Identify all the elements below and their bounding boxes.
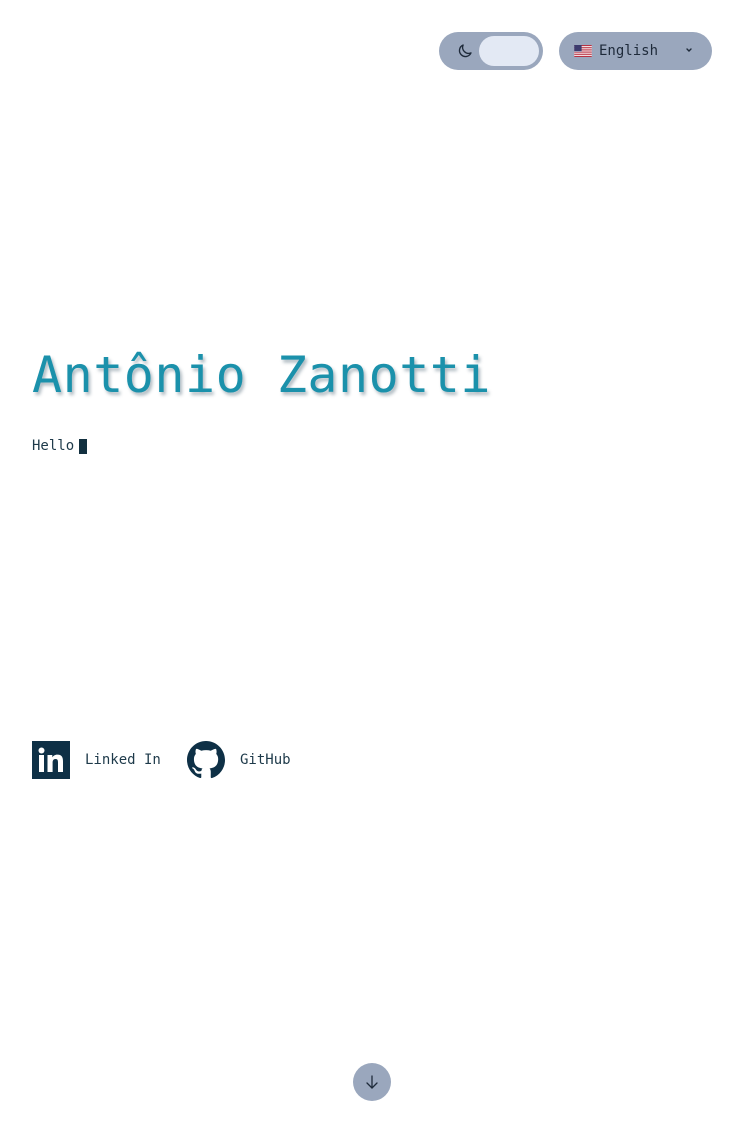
scroll-down-button[interactable] xyxy=(353,1063,391,1101)
arrow-down-icon xyxy=(366,1075,378,1089)
linkedin-label: Linked In xyxy=(85,752,161,768)
moon-icon xyxy=(458,44,472,58)
typed-greeting: Hello xyxy=(32,438,88,454)
chevron-down-icon xyxy=(686,48,692,52)
typed-text: Hello xyxy=(32,438,75,454)
us-flag-icon xyxy=(574,45,592,57)
hero-name: Antônio Zanotti xyxy=(32,346,492,404)
text-cursor xyxy=(79,438,88,454)
github-icon xyxy=(187,741,225,779)
github-label: GitHub xyxy=(240,752,291,768)
theme-toggle[interactable] xyxy=(439,32,543,70)
github-link[interactable]: GitHub xyxy=(187,741,291,779)
language-label: English xyxy=(599,43,659,59)
linkedin-icon xyxy=(32,741,70,779)
language-select[interactable]: English xyxy=(559,32,712,70)
toggle-knob[interactable] xyxy=(479,36,539,66)
page: English Antônio Zanotti Hello Linked In … xyxy=(0,0,744,1133)
linkedin-link[interactable]: Linked In xyxy=(32,741,161,779)
